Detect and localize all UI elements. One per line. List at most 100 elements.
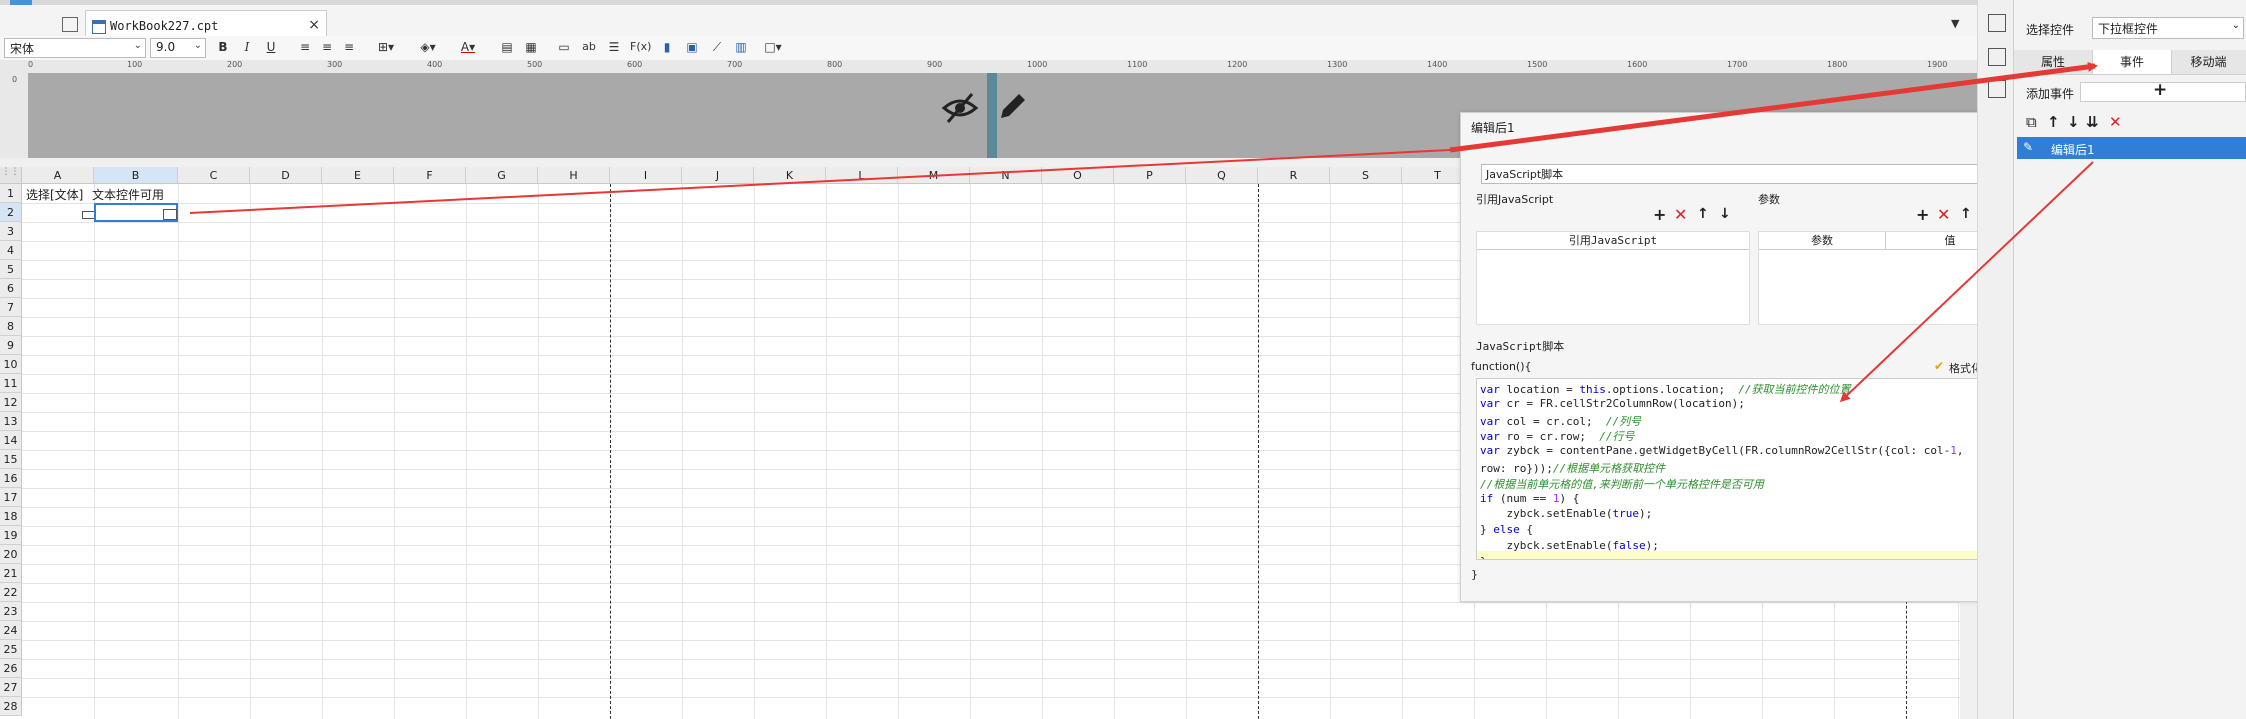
slash-icon[interactable]: ⟋ <box>710 39 724 55</box>
column-header[interactable]: C <box>178 167 250 184</box>
row-header[interactable]: 14 <box>0 431 22 450</box>
move-down-icon[interactable]: ↓ <box>1719 206 1731 222</box>
row-header[interactable]: 8 <box>0 317 22 336</box>
column-header[interactable]: I <box>610 167 682 184</box>
row-header[interactable]: 7 <box>0 298 22 317</box>
tab-close-icon[interactable]: × <box>308 17 320 33</box>
column-header[interactable]: G <box>466 167 538 184</box>
row-header[interactable]: 9 <box>0 336 22 355</box>
delete-param-icon[interactable]: ✕ <box>1937 205 1950 224</box>
chart-icon[interactable]: ▮ <box>660 39 674 55</box>
column-header[interactable]: L <box>826 167 898 184</box>
column-header[interactable]: P <box>1114 167 1186 184</box>
widget-settings-icon[interactable] <box>1988 48 2006 66</box>
column-header[interactable]: Q <box>1186 167 1258 184</box>
row-header[interactable]: 16 <box>0 469 22 488</box>
delete-icon[interactable]: ✕ <box>2109 113 2122 131</box>
row-header[interactable]: 19 <box>0 526 22 545</box>
cell-a1[interactable]: 选择[文体] <box>26 186 83 203</box>
column-header[interactable]: R <box>1258 167 1330 184</box>
move-up-icon[interactable]: ↑ <box>1697 206 1709 222</box>
wrap-icon[interactable]: ☰ <box>606 39 622 55</box>
underline-icon[interactable]: U <box>264 39 278 55</box>
font-family-select[interactable]: 宋体 ⌄ <box>4 38 146 58</box>
row-header[interactable]: 24 <box>0 621 22 640</box>
hide-icon[interactable] <box>940 88 980 128</box>
column-header[interactable]: M <box>898 167 970 184</box>
row-header[interactable]: 3 <box>0 222 22 241</box>
cell-attr-icon[interactable] <box>1988 14 2006 32</box>
tab-mobile[interactable]: 移动端 <box>2170 50 2246 74</box>
column-header[interactable]: D <box>250 167 322 184</box>
column-header[interactable]: A <box>22 167 94 184</box>
row-header[interactable]: 28 <box>0 697 22 716</box>
frame-icon[interactable]: □▾ <box>762 39 784 55</box>
move-up-icon[interactable]: ↑ <box>2047 113 2060 131</box>
column-header[interactable]: N <box>970 167 1042 184</box>
sort-icon[interactable]: ⇊ <box>2086 113 2099 131</box>
split-icon[interactable]: ▦ <box>524 39 538 55</box>
row-header[interactable]: 17 <box>0 488 22 507</box>
align-right-icon[interactable]: ≡ <box>342 39 356 55</box>
row-header[interactable]: 25 <box>0 640 22 659</box>
column-header[interactable]: E <box>322 167 394 184</box>
event-item-selected[interactable]: ✎ 编辑后1 <box>2017 137 2246 159</box>
row-header[interactable]: 4 <box>0 241 22 260</box>
row-header[interactable]: 21 <box>0 564 22 583</box>
column-header[interactable]: S <box>1330 167 1402 184</box>
column-header[interactable]: K <box>754 167 826 184</box>
tab-properties[interactable]: 属性 <box>2014 50 2092 74</box>
row-header[interactable]: 5 <box>0 260 22 279</box>
row-header[interactable]: 6 <box>0 279 22 298</box>
cell-b1[interactable]: 文本控件可用 <box>92 186 164 203</box>
align-left-icon[interactable]: ≡ <box>298 39 312 55</box>
bold-icon[interactable]: B <box>216 39 230 55</box>
sheet-corner[interactable]: ⋮⋮ <box>0 167 22 184</box>
row-header[interactable]: 2 <box>0 203 22 222</box>
font-color-icon[interactable]: A▾ <box>454 39 482 55</box>
border-icon[interactable]: ⊞▾ <box>374 39 398 55</box>
row-header[interactable]: 23 <box>0 602 22 621</box>
formula-icon[interactable]: F(x) <box>630 39 651 55</box>
format-code-icon[interactable]: ✔ <box>1934 359 1944 373</box>
move-down-icon[interactable]: ↓ <box>2067 113 2080 131</box>
align-center-icon[interactable]: ≡ <box>320 39 334 55</box>
column-header[interactable]: J <box>682 167 754 184</box>
highlight-icon[interactable]: ▥ <box>734 39 748 55</box>
code-editor[interactable]: var location = this.options.location; //… <box>1476 378 2003 560</box>
italic-icon[interactable]: I <box>240 39 254 55</box>
row-header[interactable]: 10 <box>0 355 22 374</box>
add-event-field[interactable]: + <box>2080 80 2246 102</box>
add-event-icon[interactable]: + <box>2153 80 2167 100</box>
condition-icon[interactable] <box>1988 80 2006 98</box>
row-header[interactable]: 12 <box>0 393 22 412</box>
edit-pencil-icon[interactable] <box>995 90 1029 124</box>
merge-icon[interactable]: ▤ <box>500 39 514 55</box>
row-header[interactable]: 13 <box>0 412 22 431</box>
text-widget-icon[interactable] <box>163 209 177 220</box>
ref-js-list[interactable]: 引用JavaScript <box>1476 231 1750 325</box>
tab-events[interactable]: 事件 <box>2092 50 2172 74</box>
delete-ref-js-icon[interactable]: ✕ <box>1674 205 1687 224</box>
new-sheet-icon[interactable] <box>62 17 78 32</box>
text-icon[interactable]: ▭ <box>556 39 572 55</box>
column-header[interactable]: O <box>1042 167 1114 184</box>
widget-type-select[interactable]: 下拉框控件 ⌄ <box>2092 17 2244 39</box>
image-icon[interactable]: ▣ <box>684 39 700 55</box>
script-type-select[interactable]: JavaScript脚本 ⌄ <box>1481 164 2023 184</box>
row-header[interactable]: 22 <box>0 583 22 602</box>
column-header[interactable]: B <box>94 167 178 184</box>
add-param-icon[interactable]: + <box>1916 205 1929 224</box>
row-header[interactable]: 20 <box>0 545 22 564</box>
fill-color-icon[interactable]: ◈▾ <box>414 39 442 55</box>
row-header[interactable]: 15 <box>0 450 22 469</box>
row-header[interactable]: 27 <box>0 678 22 697</box>
row-header[interactable]: 26 <box>0 659 22 678</box>
column-header[interactable]: F <box>394 167 466 184</box>
move-up-icon[interactable]: ↑ <box>1960 206 1972 222</box>
column-header[interactable]: H <box>538 167 610 184</box>
ab-icon[interactable]: ab <box>580 39 598 55</box>
copy-icon[interactable]: ⧉ <box>2026 113 2037 131</box>
row-header[interactable]: 18 <box>0 507 22 526</box>
tab-menu-icon[interactable]: ▼ <box>1951 17 1959 30</box>
